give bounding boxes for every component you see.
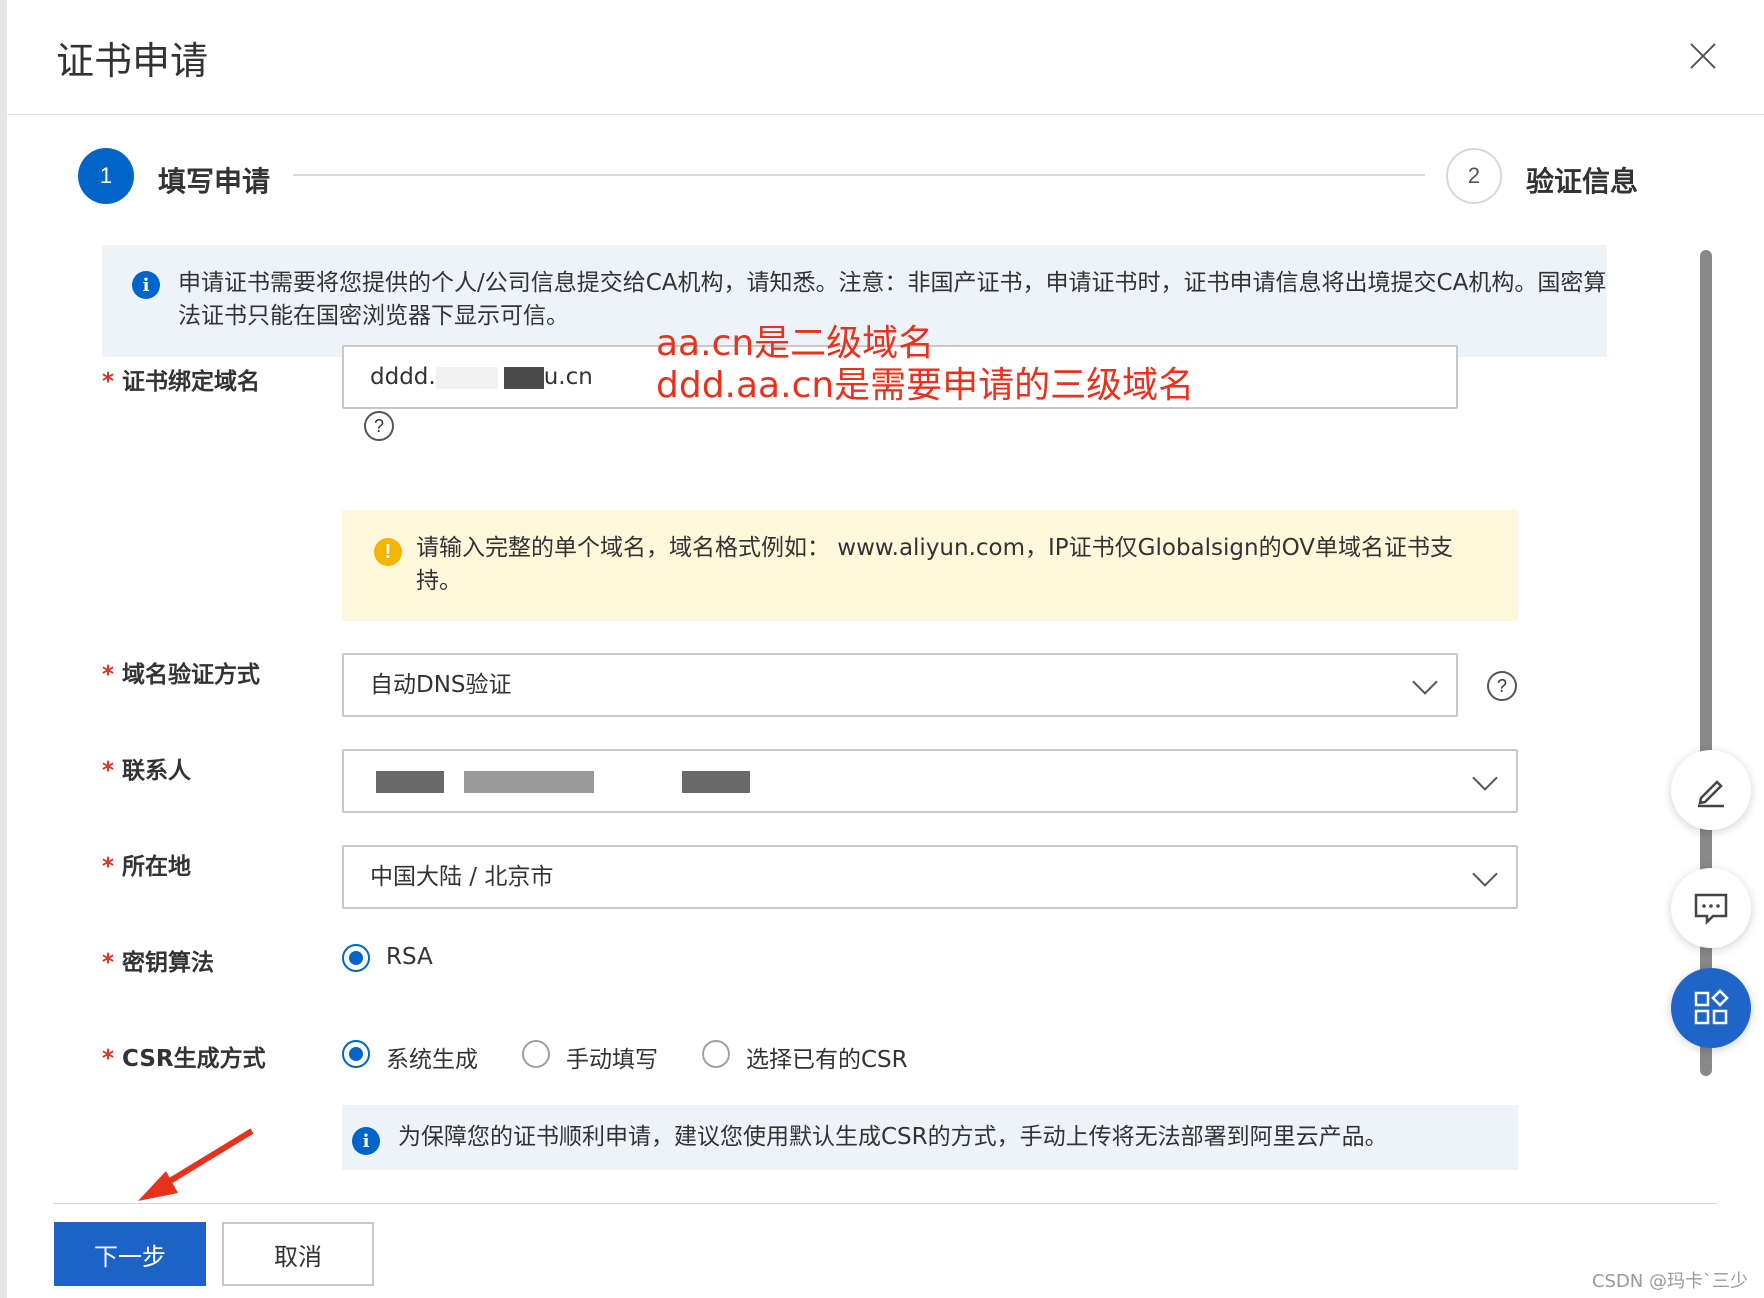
key-algorithm-label: * 密钥算法	[102, 950, 215, 976]
radio-rsa-label[interactable]: RSA	[386, 944, 433, 970]
chat-icon	[1694, 893, 1728, 926]
verify-method-select[interactable]: 自动DNS验证	[342, 653, 1458, 717]
annotation-line-2: ddd.aa.cn是需要申请的三级域名	[656, 365, 1195, 406]
contact-select[interactable]	[342, 749, 1518, 813]
contact-label: * 联系人	[102, 758, 192, 784]
watermark: CSDN @玛卡`三少	[1591, 1271, 1748, 1292]
dialog-title: 证书申请	[56, 39, 209, 83]
csr-info-text: 为保障您的证书顺利申请，建议您使用默认生成CSR的方式，手动上传将无法部署到阿里…	[398, 1124, 1388, 1150]
steps-indicator: 1 填写申请 2 验证信息	[78, 148, 1638, 208]
radio-system-generate[interactable]	[342, 1040, 370, 1068]
pencil-icon	[1698, 780, 1724, 808]
verify-method-help-icon[interactable]: ?	[1487, 671, 1517, 701]
domain-warning-box: ! 请输入完整的单个域名，域名格式例如： www.aliyun.com，IP证书…	[342, 510, 1518, 621]
left-edge	[0, 0, 7, 1298]
close-icon[interactable]	[1687, 40, 1719, 72]
domain-help-icon[interactable]: ?	[364, 411, 394, 441]
next-button[interactable]: 下一步	[54, 1222, 206, 1286]
step-1-circle: 1	[78, 148, 134, 204]
step-divider	[293, 174, 1425, 176]
arrow-annotation-icon	[138, 1128, 254, 1201]
edit-button[interactable]	[1671, 750, 1751, 830]
step-2-circle: 2	[1446, 148, 1502, 204]
radio-system-generate-label[interactable]: 系统生成	[386, 1040, 478, 1074]
csr-info-box: i 为保障您的证书顺利申请，建议您使用默认生成CSR的方式，手动上传将无法部署到…	[342, 1105, 1518, 1170]
footer-divider	[53, 1203, 1717, 1204]
info-icon: i	[132, 271, 160, 299]
chevron-down-icon	[1472, 765, 1498, 791]
csr-method-label: * CSR生成方式	[102, 1046, 266, 1072]
chevron-down-icon	[1472, 861, 1498, 887]
apps-button[interactable]	[1671, 968, 1751, 1048]
form-scroll-area[interactable]: i 申请证书需要将您提供的个人/公司信息提交给CA机构，请知悉。注意：非国产证书…	[7, 235, 1607, 1170]
location-label: * 所在地	[102, 854, 192, 880]
chevron-down-icon	[1412, 669, 1438, 695]
radio-existing-csr[interactable]	[702, 1040, 730, 1068]
step-2-label: 验证信息	[1526, 165, 1639, 198]
radio-manual-fill[interactable]	[522, 1040, 550, 1068]
domain-warning-text: 请输入完整的单个域名，域名格式例如： www.aliyun.com，IP证书仅G…	[416, 535, 1454, 594]
verify-method-label: * 域名验证方式	[102, 662, 261, 688]
radio-existing-csr-label[interactable]: 选择已有的CSR	[746, 1040, 908, 1074]
location-select[interactable]: 中国大陆 / 北京市	[342, 845, 1518, 909]
annotation-line-1: aa.cn是二级域名	[656, 323, 935, 364]
radio-manual-fill-label[interactable]: 手动填写	[566, 1040, 658, 1074]
dialog-header: 证书申请	[7, 0, 1764, 115]
scrollbar[interactable]	[1700, 250, 1712, 1076]
domain-label: * 证书绑定域名	[102, 369, 261, 395]
warning-icon: !	[374, 538, 402, 566]
step-1-label: 填写申请	[158, 165, 271, 198]
info-icon: i	[352, 1127, 380, 1155]
feedback-button[interactable]	[1671, 868, 1751, 948]
radio-rsa[interactable]	[342, 944, 370, 972]
cancel-button[interactable]: 取消	[222, 1222, 374, 1286]
grid-icon	[1694, 989, 1729, 1025]
